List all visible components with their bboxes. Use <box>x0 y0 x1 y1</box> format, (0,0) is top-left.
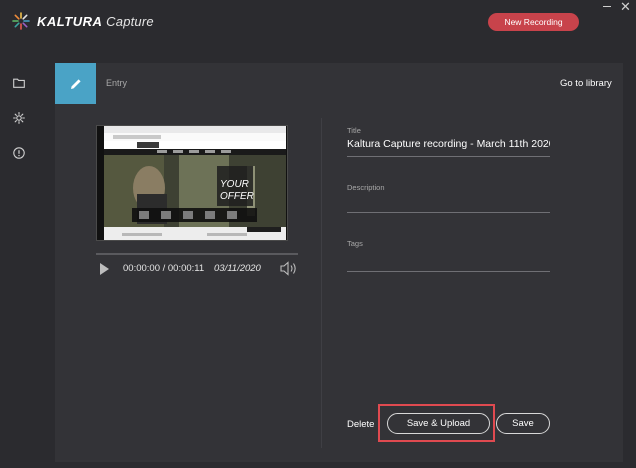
description-label: Description <box>347 183 385 192</box>
description-input[interactable] <box>347 212 550 213</box>
minimize-icon[interactable] <box>603 6 611 7</box>
save-button[interactable]: Save <box>496 413 550 434</box>
entry-label: Entry <box>106 78 128 88</box>
go-to-library-link[interactable]: Go to library <box>560 78 612 89</box>
timecode: 00:00:00 / 00:00:11 <box>123 263 205 274</box>
edit-entry-tab[interactable] <box>55 63 96 104</box>
title-underline <box>347 156 550 157</box>
logo-brand-text: KALTURA <box>37 13 103 29</box>
playback-progress-bar[interactable] <box>96 253 298 255</box>
video-thumbnail[interactable]: YOUR OFFER <box>96 125 288 241</box>
save-and-upload-button[interactable]: Save & Upload <box>387 413 490 434</box>
title-bar: KALTURA Capture New Recording ✕ <box>0 0 636 46</box>
recording-date: 03/11/2020 <box>214 263 261 274</box>
title-label: Title <box>347 126 361 135</box>
thumbnail-headline-1: YOUR <box>220 179 249 190</box>
new-recording-button[interactable]: New Recording <box>488 13 579 31</box>
settings-icon[interactable] <box>10 109 28 127</box>
thumbnail-headline-2: OFFER <box>220 191 254 202</box>
title-input[interactable]: Kaltura Capture recording - March 11th 2… <box>347 138 550 150</box>
app-name: KALTURA Capture <box>37 14 154 29</box>
tags-label: Tags <box>347 239 363 248</box>
close-icon[interactable]: ✕ <box>620 0 631 15</box>
sidebar <box>0 46 40 468</box>
folder-icon[interactable] <box>10 74 28 92</box>
play-icon[interactable] <box>100 263 109 275</box>
volume-icon[interactable] <box>280 261 298 276</box>
delete-button[interactable]: Delete <box>347 419 374 430</box>
app-logo: KALTURA Capture <box>12 12 154 30</box>
tags-input[interactable] <box>347 271 550 272</box>
info-icon[interactable] <box>10 144 28 162</box>
logo-product-text: Capture <box>106 13 154 29</box>
entry-panel: Entry Go to library YOUR OFFER 00:00:00 … <box>55 63 623 462</box>
column-divider <box>321 118 322 448</box>
kaltura-logo-icon <box>12 12 30 30</box>
pencil-icon <box>70 78 81 89</box>
